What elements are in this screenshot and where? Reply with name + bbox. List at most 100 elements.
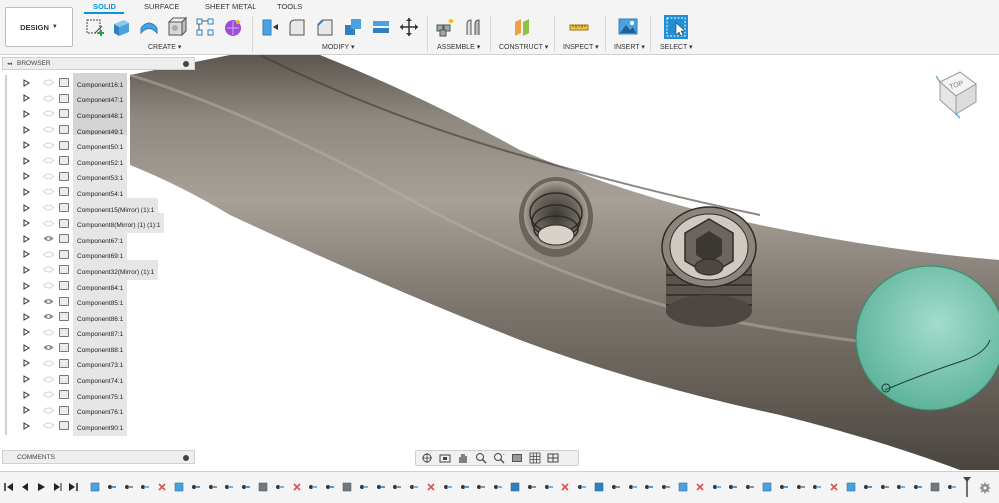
eye-hidden-icon[interactable] xyxy=(41,204,55,211)
timeline-feature-icon[interactable] xyxy=(460,482,470,492)
timeline-feature-icon[interactable] xyxy=(443,482,453,492)
eye-hidden-icon[interactable] xyxy=(41,407,55,414)
timeline-feature-icon[interactable] xyxy=(90,482,100,492)
expand-caret-icon[interactable] xyxy=(0,312,35,321)
timeline-feature-icon[interactable] xyxy=(628,482,638,492)
expand-caret-icon[interactable] xyxy=(0,203,35,212)
eye-hidden-icon[interactable] xyxy=(41,188,55,195)
timeline-feature-icon[interactable] xyxy=(392,482,402,492)
pin-icon[interactable] xyxy=(183,455,189,461)
timeline-feature-icon[interactable] xyxy=(527,482,537,492)
grid-settings-icon[interactable] xyxy=(528,452,542,464)
timeline-feature-icon[interactable] xyxy=(762,482,772,492)
timeline-feature-icon[interactable] xyxy=(140,482,150,492)
select-icon[interactable] xyxy=(664,15,688,39)
eye-icon[interactable] xyxy=(41,235,55,242)
eye-hidden-icon[interactable] xyxy=(41,376,55,383)
expand-caret-icon[interactable] xyxy=(0,219,35,228)
socket-screw[interactable] xyxy=(661,206,757,327)
timeline-feature-icon[interactable] xyxy=(275,482,285,492)
zoom-window-icon[interactable] xyxy=(492,452,506,464)
eye-hidden-icon[interactable] xyxy=(41,95,55,102)
pin-icon[interactable] xyxy=(183,61,189,67)
timeline-feature-icon[interactable] xyxy=(846,482,856,492)
expand-caret-icon[interactable] xyxy=(0,344,35,352)
tab-sheet-metal[interactable]: SHEET METAL xyxy=(205,2,256,11)
timeline-feature-icon[interactable] xyxy=(644,482,654,492)
timeline-feature-icon[interactable] xyxy=(157,482,167,492)
expand-caret-icon[interactable] xyxy=(0,359,35,368)
step-back-icon[interactable] xyxy=(19,480,30,494)
browser-item-label-wrap[interactable]: Component90:1 xyxy=(73,415,128,436)
tab-tools[interactable]: TOOLS xyxy=(277,2,302,11)
timeline-feature-icon[interactable] xyxy=(947,482,957,492)
expand-caret-icon[interactable] xyxy=(0,110,35,118)
timeline-feature-icon[interactable] xyxy=(796,482,806,492)
combine-icon[interactable] xyxy=(342,16,364,38)
eye-hidden-icon[interactable] xyxy=(41,266,55,273)
timeline-feature-icon[interactable] xyxy=(308,482,318,492)
timeline-feature-icon[interactable] xyxy=(191,482,201,492)
timeline-feature-icon[interactable] xyxy=(678,482,688,492)
insert-image-icon[interactable] xyxy=(617,16,639,38)
timeline-feature-icon[interactable] xyxy=(880,482,890,492)
expand-caret-icon[interactable] xyxy=(0,234,35,243)
browser-header[interactable]: ◂◂ BROWSER xyxy=(2,57,195,70)
threaded-hole[interactable] xyxy=(519,177,593,257)
select-menu[interactable]: SELECT ▾ xyxy=(660,43,693,51)
timeline-feature-icon[interactable] xyxy=(544,482,554,492)
create-form-icon[interactable] xyxy=(222,16,244,38)
create-menu[interactable]: CREATE ▾ xyxy=(148,43,181,51)
measure-icon[interactable] xyxy=(568,16,590,38)
expand-caret-icon[interactable] xyxy=(0,94,35,103)
play-icon[interactable] xyxy=(35,480,46,494)
comments-panel[interactable]: COMMENTS xyxy=(2,450,195,464)
timeline-feature-icon[interactable] xyxy=(325,482,335,492)
timeline-feature-icon[interactable] xyxy=(292,482,302,492)
eye-hidden-icon[interactable] xyxy=(41,142,55,149)
zoom-icon[interactable] xyxy=(474,452,488,464)
tab-solid[interactable]: SOLID xyxy=(93,2,116,11)
eye-icon[interactable] xyxy=(41,298,55,305)
skip-to-end-icon[interactable] xyxy=(67,480,78,494)
create-sketch-icon[interactable] xyxy=(84,16,106,38)
timeline-feature-icon[interactable] xyxy=(376,482,386,492)
step-forward-icon[interactable] xyxy=(51,480,62,494)
timeline-feature-icon[interactable] xyxy=(107,482,117,492)
timeline-feature-icon[interactable] xyxy=(745,482,755,492)
expand-caret-icon[interactable] xyxy=(0,141,35,150)
assemble-menu[interactable]: ASSEMBLE ▾ xyxy=(437,43,480,51)
eye-icon[interactable] xyxy=(41,344,55,351)
insert-menu[interactable]: INSERT ▾ xyxy=(614,43,645,51)
timeline-feature-icon[interactable] xyxy=(359,482,369,492)
viewports-icon[interactable] xyxy=(546,452,560,464)
move-copy-icon[interactable] xyxy=(398,16,420,38)
joint-icon[interactable] xyxy=(462,16,484,38)
eye-hidden-icon[interactable] xyxy=(41,282,55,289)
display-settings-icon[interactable] xyxy=(510,452,524,464)
timeline-feature-icon[interactable] xyxy=(661,482,671,492)
look-at-icon[interactable] xyxy=(438,452,452,464)
orbit-icon[interactable] xyxy=(420,452,434,464)
shell-icon[interactable] xyxy=(166,16,188,38)
eye-icon[interactable] xyxy=(41,313,55,320)
timeline-feature-icon[interactable] xyxy=(493,482,503,492)
pan-icon[interactable] xyxy=(456,452,470,464)
expand-caret-icon[interactable] xyxy=(0,406,35,415)
expand-caret-icon[interactable] xyxy=(0,281,35,290)
new-component-icon[interactable] xyxy=(434,16,456,38)
tab-surface[interactable]: SURFACE xyxy=(144,2,179,11)
timeline-feature-icon[interactable] xyxy=(560,482,570,492)
eye-hidden-icon[interactable] xyxy=(41,173,55,180)
timeline-feature-icon[interactable] xyxy=(930,482,940,492)
timeline-feature-icon[interactable] xyxy=(426,482,436,492)
timeline-marker[interactable] xyxy=(962,476,972,498)
timeline-feature-icon[interactable] xyxy=(124,482,134,492)
expand-caret-icon[interactable] xyxy=(0,125,35,134)
eye-hidden-icon[interactable] xyxy=(41,360,55,367)
viewcube[interactable]: TOP xyxy=(932,64,982,119)
inspect-menu[interactable]: INSPECT ▾ xyxy=(563,43,599,51)
eye-hidden-icon[interactable] xyxy=(41,391,55,398)
split-body-icon[interactable] xyxy=(370,16,392,38)
timeline-feature-icon[interactable] xyxy=(476,482,486,492)
